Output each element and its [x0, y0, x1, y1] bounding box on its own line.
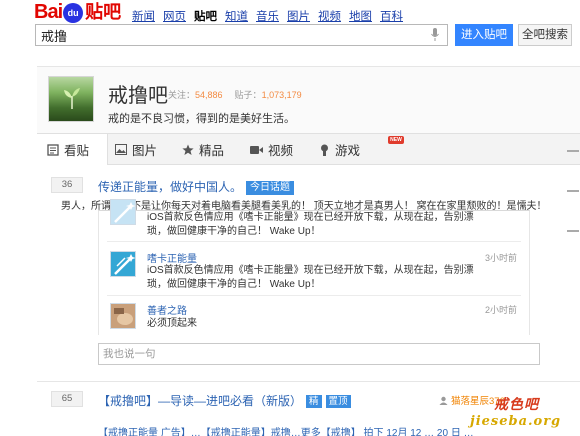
star-icon	[182, 144, 194, 155]
nav-images[interactable]: 图片	[287, 8, 310, 24]
reply-username[interactable]: 嗜卡正能量	[147, 250, 197, 265]
image-icon	[115, 144, 127, 155]
pinned-tag[interactable]: 置顶	[325, 395, 351, 408]
reply-time: 2小时前	[484, 305, 517, 315]
thread-title-text[interactable]: 传递正能量，做好中国人。	[98, 180, 242, 194]
tab-label: 视频	[268, 144, 294, 158]
new-badge: NEW	[388, 136, 404, 144]
sparkle-icon	[111, 252, 135, 276]
tab-label: 游戏	[335, 144, 361, 158]
forum-stats: 关注：54,886 贴子：1,073,179	[168, 88, 302, 101]
followers-stat: 关注：54,886	[168, 88, 223, 101]
sprout-icon	[64, 88, 80, 109]
tab-label: 看贴	[64, 144, 90, 158]
forum-title: 戒撸吧	[108, 83, 168, 107]
top-header: Bai du 贴吧 新闻 网页 贴吧 知道 音乐 图片 视频 地图 百科 进入贴…	[0, 0, 580, 74]
tab-games[interactable]: 游戏	[319, 134, 360, 165]
thread-title-text[interactable]: 【戒撸吧】—导读—进吧必看（新版）	[98, 394, 302, 408]
nav-zhidao[interactable]: 知道	[225, 8, 248, 24]
posts-stat: 贴子：1,073,179	[235, 88, 302, 101]
nav-video[interactable]: 视频	[318, 8, 341, 24]
posts-count: 1,073,179	[261, 90, 302, 100]
forum-header: 戒撸吧 关注：54,886 贴子：1,073,179 戒的是不良习惯，得到的是美…	[37, 66, 580, 133]
reply-avatar[interactable]	[110, 303, 136, 329]
followers-count: 54,886	[195, 90, 223, 100]
thread-title[interactable]: 传递正能量，做好中国人。 今日话题	[98, 178, 295, 195]
reply-time: 3小时前	[484, 253, 517, 263]
reply-text: iOS首款反色情应用《嗜卡正能量》现在已经开放下载，从现在起，告别漂琐，做回健康…	[147, 212, 474, 237]
search-input[interactable]	[36, 25, 416, 45]
watermark-text: 戒色吧	[494, 397, 539, 413]
reply-text: 必须顶起来	[147, 318, 197, 329]
microphone-icon[interactable]	[431, 28, 439, 42]
forum-slogan: 戒的是不良习惯，得到的是美好生活。	[108, 113, 295, 125]
document-icon	[47, 143, 59, 156]
today-topic-tag[interactable]: 今日话题	[246, 181, 295, 195]
watermark-url: jieseba.org	[470, 414, 562, 429]
followers-label: 关注：	[168, 90, 196, 100]
search-box	[35, 24, 448, 46]
forum-tabs: 看贴 图片 精品 视频 游戏 NEW	[37, 133, 580, 165]
posts-label: 贴子：	[234, 90, 262, 100]
forum-avatar[interactable]	[48, 76, 94, 122]
nav-news[interactable]: 新闻	[132, 8, 155, 24]
reply-username[interactable]: 善者之路	[147, 302, 187, 317]
thread-title-partial[interactable]: 【戒撸正能量 广告】…【戒撸正能量】戒撸…更多【戒撸】 拍下 12月 12 … …	[98, 424, 474, 436]
user-icon	[439, 396, 448, 405]
baidu-tieba-logo[interactable]: Bai du 贴吧	[34, 1, 122, 24]
reply-separator	[107, 241, 521, 242]
top-nav: 新闻 网页 贴吧 知道 音乐 图片 视频 地图 百科	[132, 8, 403, 24]
nav-map[interactable]: 地图	[349, 8, 372, 24]
reply-text: iOS首款反色情应用《嗜卡正能量》现在已经开放下载，从现在起，告别漂琐，做回健康…	[147, 265, 474, 290]
sparkle-icon	[114, 202, 135, 223]
nav-music[interactable]: 音乐	[256, 8, 279, 24]
reply-preview-box: iOS首款反色情应用《嗜卡正能量》现在已经开放下载，从现在起，告别漂琐，做回健康…	[98, 199, 530, 335]
reply-input[interactable]: 我也说一句	[98, 343, 540, 365]
featured-tag[interactable]: 精	[306, 395, 322, 408]
logo-text-bai: Bai	[34, 1, 63, 23]
reply-avatar[interactable]	[110, 251, 136, 277]
reply-count-badge: 65	[51, 391, 83, 407]
nav-tieba[interactable]: 贴吧	[194, 8, 217, 24]
logo-text-tieba: 贴吧	[85, 2, 122, 23]
enter-tieba-button[interactable]: 进入贴吧	[455, 24, 513, 46]
reply-avatar[interactable]	[110, 199, 136, 225]
tab-images[interactable]: 图片	[115, 134, 157, 165]
thread-title[interactable]: 【戒撸吧】—导读—进吧必看（新版） 精置顶	[98, 392, 351, 409]
hand-photo-icon	[111, 304, 135, 328]
logo-paw-icon: du	[63, 3, 84, 23]
reply-separator	[107, 295, 521, 296]
tab-label: 精品	[199, 144, 225, 158]
all-search-button[interactable]: 全吧搜索	[518, 24, 572, 46]
person-icon	[321, 144, 328, 156]
tab-featured[interactable]: 精品	[182, 134, 224, 165]
tab-video[interactable]: 视频	[250, 134, 293, 165]
reply-count-badge: 36	[51, 177, 83, 193]
video-icon	[250, 145, 263, 154]
nav-web[interactable]: 网页	[163, 8, 186, 24]
right-scrollbar[interactable]	[565, 150, 580, 270]
thread-divider	[37, 381, 580, 382]
nav-baike[interactable]: 百科	[380, 8, 403, 24]
tab-posts[interactable]: 看贴	[37, 134, 108, 165]
tab-label: 图片	[132, 144, 158, 158]
